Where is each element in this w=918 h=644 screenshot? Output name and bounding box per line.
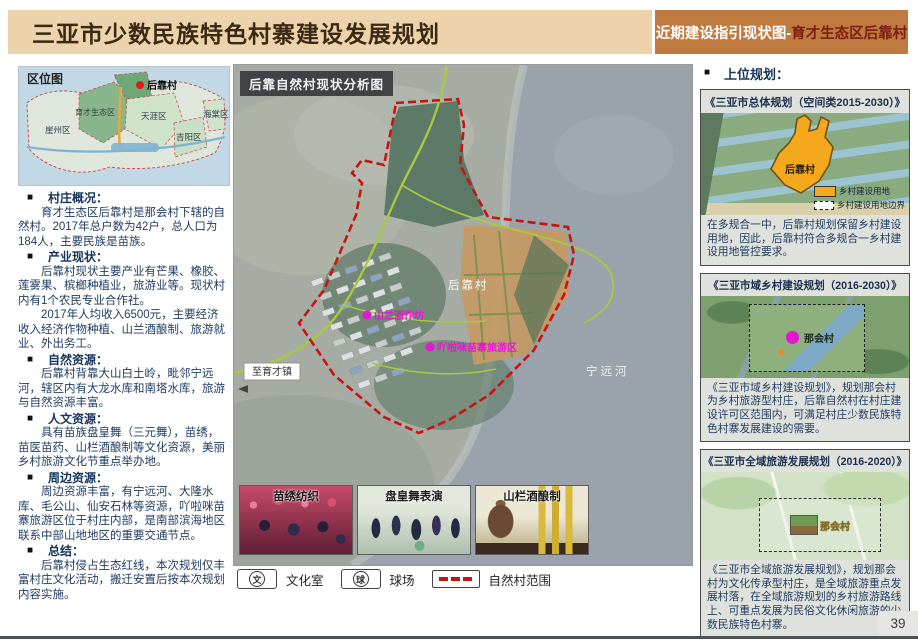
photo-caption: 山栏酒酿制 [476, 488, 588, 504]
section-heading: 产业现状： [48, 250, 108, 265]
section-heading: 总结： [48, 544, 84, 559]
photo-dance: 盘皇舞表演 [357, 485, 471, 555]
plan-caption: 在多规合一中，后靠村规划保留乡村建设用地，因此，后靠村符合多规合一乡村建设用地管… [701, 215, 909, 265]
status-analysis-map: 后靠村 山兰酒作坊 吖啦咪苗寨旅游区 至育才镇 宁远河 后靠自然村现状分析图 苗… [233, 64, 693, 566]
page-number: 39 [878, 611, 918, 636]
poi-dot-winery [363, 311, 372, 320]
section-para: 后靠村现状主要产业有芒果、橡胶、莲雾果、槟榔种植业，旅游业等。现状村内有1个农民… [18, 265, 230, 309]
plan-title: 《三亚市域乡村建设规划（2016-2030）》 [701, 274, 909, 296]
plan-box-tourism: 《三亚市全域旅游发展规划（2016-2020）》 那会村 《三亚市全域旅游发展规… [700, 449, 910, 638]
section-heading: 人文资源： [48, 412, 108, 427]
map-title: 后靠自然村现状分析图 [240, 71, 393, 96]
village-marker-dot [136, 81, 144, 89]
plan-box-rural: 《三亚市域乡村建设规划（2016-2030）》 那会村 《三亚市域乡村建设规划》… [700, 273, 910, 442]
legend-label-ballcourt: 球场 [390, 570, 415, 589]
plan-map-rural: 那会村 [701, 296, 909, 378]
section-heading: 村庄概况： [48, 191, 108, 206]
location-map-graphic: 后靠村 育才生态区 崖州区 天涯区 吉阳区 海棠区 区位图 [19, 67, 229, 185]
legend-label-culture-room: 文化室 [286, 570, 324, 589]
plan-map-master: 后靠村 乡村建设用地 乡村建设用地边界 [701, 113, 909, 215]
locmap-region-yazhou: 崖州区 [45, 125, 71, 135]
section-heading: 自然资源： [48, 353, 108, 368]
plan-box-master: 《三亚市总体规划（空间类2015-2030）》 后靠村 乡村建设用地 乡村建设用… [700, 89, 910, 266]
section-summary: ■ 总结： 后靠村侵占生态红线，本次规划仅丰富村庄文化活动，搬迁安置后按本次规划内… [18, 544, 230, 602]
poi-dot-tourism [426, 343, 435, 352]
plan-map-village-label: 那会村 [820, 518, 850, 533]
bullet-icon: ■ [27, 353, 33, 368]
bullet-icon: ■ [27, 544, 33, 559]
section-para: 育才生态区后靠村是那会村下辖的自然村。2017年总户数为42户，总人口为184人… [18, 206, 230, 250]
village-thumbnail [790, 515, 818, 535]
header-band: 三亚市少数民族特色村寨建设发展规划 [8, 10, 652, 54]
locmap-title: 区位图 [27, 71, 63, 86]
boundary-symbol [432, 570, 480, 588]
bullet-icon: ■ [704, 64, 710, 83]
plan-map-legend: 乡村建设用地 乡村建设用地边界 [814, 183, 905, 211]
header-tag-prefix: 近期建设指引现状图- [656, 22, 791, 43]
river-label: 宁远河 [586, 364, 630, 378]
upper-plans-column: ■ 上位规划： 《三亚市总体规划（空间类2015-2030）》 后靠村 乡村建设用… [700, 64, 910, 644]
legend-swatch-orange [814, 186, 836, 197]
location-map: 后靠村 育才生态区 崖州区 天涯区 吉阳区 海棠区 区位图 [18, 66, 230, 186]
locmap-region-yucai: 育才生态区 [75, 107, 115, 117]
poi-label-tourism: 吖啦咪苗寨旅游区 [437, 341, 517, 354]
plan-title: 《三亚市总体规划（空间类2015-2030）》 [701, 90, 909, 113]
village-intro-text: ■ 村庄概况： 育才生态区后靠村是那会村下辖的自然村。2017年总户数为42户，总… [18, 190, 230, 602]
slide-page: 三亚市少数民族特色村寨建设发展规划 近期建设指引现状图-育才生态区后靠村 后靠村… [0, 0, 918, 644]
plan-map-inset: 那会村 [759, 498, 881, 552]
locmap-region-jiyang: 吉阳区 [176, 132, 202, 142]
header-tag: 近期建设指引现状图-育才生态区后靠村 [655, 10, 908, 54]
section-culture: ■ 人文资源： 具有苗族盘皇舞（三元舞），苗绣，苗医苗药、山栏酒酿制等文化资源，美… [18, 412, 230, 470]
legend-label-boundary: 自然村范围 [489, 570, 552, 589]
locmap-region-tianya: 天涯区 [141, 111, 167, 121]
header-tag-highlight: 育才生态区后靠村 [791, 22, 907, 43]
locmap-region-haitang: 海棠区 [203, 109, 229, 119]
plan-orange-area [771, 115, 833, 193]
section-para: 周边资源丰富，有宁远河、大隆水库、毛公山、仙安石林等资源，吖啦咪苗寨旅游区位于村… [18, 485, 230, 543]
legend-text: 乡村建设用地边界 [837, 199, 905, 211]
section-heading: 周边资源： [48, 471, 108, 486]
section-surroundings: ■ 周边资源： 周边资源丰富，有宁远河、大隆水库、毛公山、仙安石林等资源，吖啦咪苗… [18, 471, 230, 544]
village-dot-magenta [786, 331, 799, 344]
bullet-icon: ■ [27, 471, 33, 486]
section-para: 后靠村背靠大山白土岭，毗邻宁远河，辖区内有大龙水库和南塔水库，旅游与自然资源丰富… [18, 367, 230, 411]
section-para: 后靠村侵占生态红线，本次规划仅丰富村庄文化活动，搬迁安置后按本次规划内容实施。 [18, 559, 230, 603]
plan-map-inset: 那会村 [749, 304, 865, 372]
plan-map-tourism: 那会村 [701, 472, 909, 560]
plan-map-village-label: 那会村 [804, 330, 834, 345]
photo-caption: 盘皇舞表演 [358, 488, 470, 504]
plan-map-village-label: 后靠村 [785, 161, 815, 176]
culture-room-icon: 文 [249, 571, 265, 587]
photo-wine: 山栏酒酿制 [475, 485, 589, 555]
legend-swatch-dashed [814, 201, 834, 210]
page-title: 三亚市少数民族特色村寨建设发展规划 [32, 15, 440, 49]
road-label: 至育才镇 [252, 365, 292, 378]
bullet-icon: ■ [27, 412, 33, 427]
culture-room-symbol: 文 [237, 569, 277, 589]
upper-plans-heading: 上位规划： [724, 64, 789, 83]
section-para: 具有苗族盘皇舞（三元舞），苗绣，苗医苗药、山栏酒酿制等文化资源，美丽乡村旅游文化… [18, 426, 230, 470]
section-para: 2017年人均收入6500元，主要经济收入经济作物种植、山兰酒酿制、旅游就业、外… [18, 308, 230, 352]
map-village-label: 后靠村 [448, 278, 489, 292]
plan-caption: 《三亚市域乡村建设规划》，规划那会村为乡村旅游型村庄，后靠自然村在村庄建设许可区… [701, 378, 909, 441]
village-dot-orange [778, 349, 784, 355]
section-overview: ■ 村庄概况： 育才生态区后靠村是那会村下辖的自然村。2017年总户数为42户，总… [18, 191, 230, 249]
poi-label-winery: 山兰酒作坊 [374, 309, 424, 322]
plan-title: 《三亚市全域旅游发展规划（2016-2020）》 [701, 450, 909, 472]
locmap-marker-label: 后靠村 [147, 79, 177, 92]
map-legend: 文 文化室 球 球场 自然村范围 [237, 569, 559, 589]
section-industry: ■ 产业现状： 后靠村现状主要产业有芒果、橡胶、莲雾果、槟榔种植业，旅游业等。现状… [18, 250, 230, 352]
section-nature: ■ 自然资源： 后靠村背靠大山白土岭，毗邻宁远河，辖区内有大龙水库和南塔水库，旅游… [18, 353, 230, 411]
ballcourt-symbol: 球 [341, 569, 381, 589]
legend-text: 乡村建设用地 [839, 185, 890, 197]
bullet-icon: ■ [27, 250, 33, 265]
photo-embroidery: 苗绣纺织 [239, 485, 353, 555]
bullet-icon: ■ [27, 191, 33, 206]
ballcourt-icon: 球 [353, 571, 369, 587]
photo-caption: 苗绣纺织 [240, 488, 352, 504]
footer-divider [0, 636, 918, 639]
